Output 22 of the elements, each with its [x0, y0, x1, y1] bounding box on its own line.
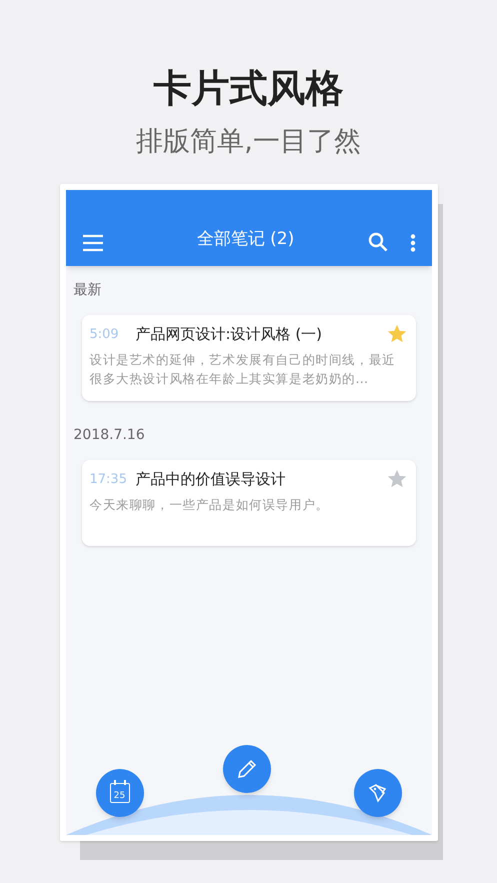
- toolbar-title: 全部笔记 (2): [196, 228, 294, 250]
- search-icon[interactable]: [368, 232, 388, 252]
- section-label: 2018.7.16: [74, 426, 146, 445]
- headline: 卡片式风格: [154, 65, 344, 112]
- menu-icon[interactable]: [82, 234, 104, 252]
- note-time: 5:09: [90, 326, 120, 344]
- tag-button[interactable]: [354, 769, 402, 817]
- calendar-icon: 25: [110, 783, 130, 803]
- note-time: 17:35: [90, 470, 128, 488]
- note-title: 产品中的价值误导设计: [136, 469, 286, 490]
- note-card[interactable]: 5:09 产品网页设计:设计风格 (一) 设计是艺术的延伸，艺术发展有自己的时间线，最近很多大热设计风格在年龄上其实算是老奶奶的...: [82, 315, 416, 401]
- note-preview: 设计是艺术的延伸，艺术发展有自己的时间线，最近很多大热设计风格在年龄上其实算是老奶奶的...: [90, 350, 396, 388]
- edit-button[interactable]: [222, 745, 270, 793]
- note-preview: 今天来聊聊，一些产品是如何误导用户。: [90, 496, 330, 514]
- more-icon[interactable]: [410, 234, 416, 252]
- section-label: 最新: [74, 281, 102, 300]
- note-card[interactable]: 17:35 产品中的价值误导设计 今天来聊聊，一些产品是如何误导用户。: [82, 460, 416, 546]
- tag-icon: [366, 782, 388, 804]
- calendar-button[interactable]: 25: [96, 769, 144, 817]
- note-title: 产品网页设计:设计风格 (一): [136, 324, 324, 345]
- subtitle: 排版简单,一目了然: [136, 125, 361, 159]
- pencil-icon: [236, 758, 258, 780]
